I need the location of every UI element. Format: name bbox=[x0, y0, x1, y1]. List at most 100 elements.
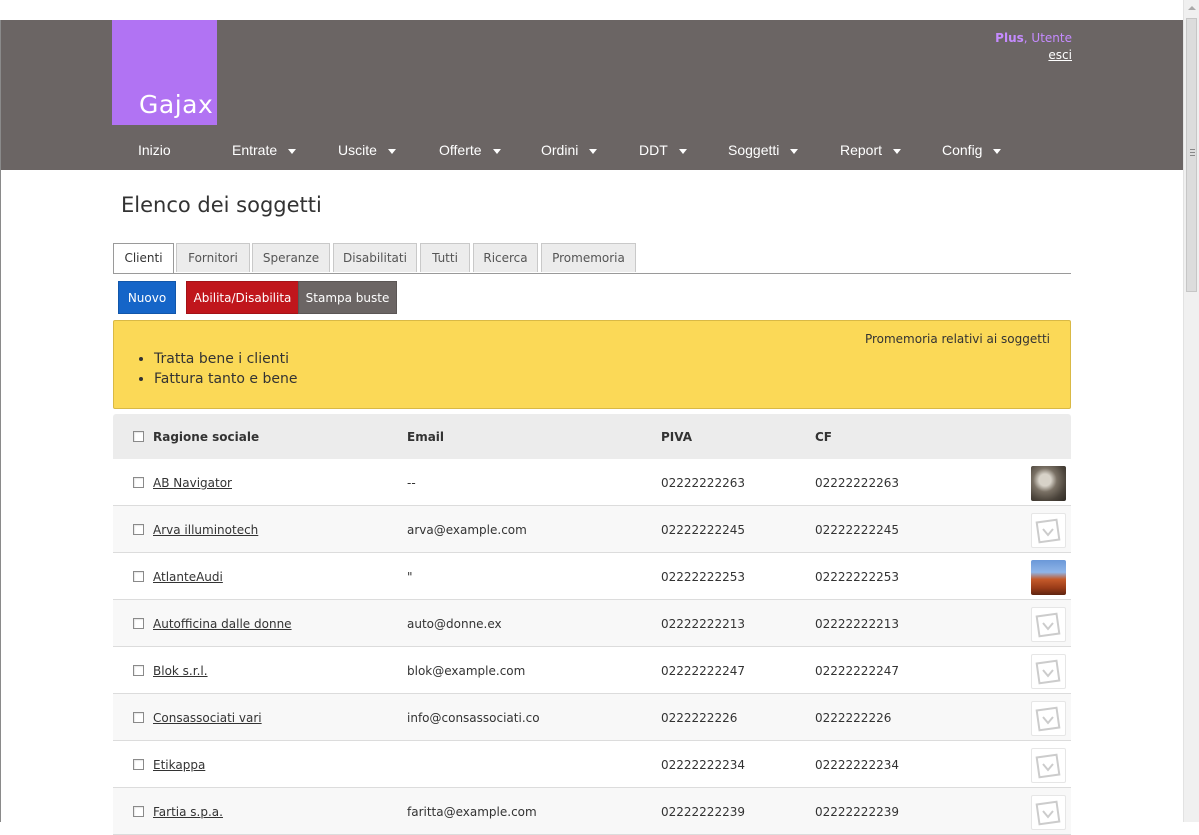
image-placeholder-icon[interactable] bbox=[1031, 701, 1066, 736]
tab-tutti[interactable]: Tutti bbox=[420, 243, 470, 272]
vertical-scrollbar[interactable] bbox=[1183, 0, 1199, 822]
tab-ricerca[interactable]: Ricerca bbox=[473, 243, 538, 272]
row-checkbox[interactable] bbox=[133, 571, 144, 582]
subject-name-link[interactable]: Consassociati vari bbox=[153, 711, 262, 725]
nav-item-label: Uscite bbox=[338, 142, 377, 158]
reminder-item: Tratta bene i clienti bbox=[154, 349, 297, 369]
scrollbar-thumb[interactable] bbox=[1186, 18, 1197, 292]
tab-clienti[interactable]: Clienti bbox=[113, 243, 174, 273]
image-placeholder-icon[interactable] bbox=[1031, 795, 1066, 830]
nav-item-offerte[interactable]: Offerte bbox=[439, 135, 501, 165]
image-placeholder-icon[interactable] bbox=[1031, 654, 1066, 689]
header: Gajax Plus, Utente esci Inizio Entrate U… bbox=[1, 20, 1183, 170]
subject-piva: 02222222239 bbox=[661, 805, 745, 819]
table-row: Consassociati vari info@consassociati.co… bbox=[113, 694, 1071, 741]
table-row: AB Navigator -- 02222222263 02222222263 bbox=[113, 459, 1071, 506]
subject-email: auto@donne.ex bbox=[407, 617, 502, 631]
subject-name-link[interactable]: Arva illuminotech bbox=[153, 523, 258, 537]
subject-piva: 02222222234 bbox=[661, 758, 745, 772]
reminder-item: Fattura tanto e bene bbox=[154, 369, 297, 389]
new-button[interactable]: Nuovo bbox=[118, 281, 176, 314]
select-all-checkbox[interactable] bbox=[133, 431, 144, 442]
tab-speranze[interactable]: Speranze bbox=[252, 243, 330, 272]
nav-item-ddt[interactable]: DDT bbox=[639, 135, 687, 165]
subject-name-link[interactable]: Etikappa bbox=[153, 758, 205, 772]
nav-item-entrate[interactable]: Entrate bbox=[232, 135, 297, 165]
nav-item-label: DDT bbox=[639, 142, 668, 158]
row-checkbox[interactable] bbox=[133, 759, 144, 770]
subject-name-link[interactable]: AB Navigator bbox=[153, 476, 232, 490]
nav-item-label: Report bbox=[840, 142, 883, 158]
koala-photo-thumbnail[interactable] bbox=[1031, 466, 1066, 501]
page-title: Elenco dei soggetti bbox=[121, 193, 322, 217]
reminder-title: Promemoria relativi ai soggetti bbox=[864, 332, 1050, 346]
caret-down-icon bbox=[288, 148, 297, 154]
nav-item-inizio[interactable]: Inizio bbox=[138, 135, 171, 165]
row-checkbox[interactable] bbox=[133, 524, 144, 535]
user-box: Plus, Utente esci bbox=[995, 31, 1072, 62]
table-row: Arva illuminotech arva@example.com 02222… bbox=[113, 506, 1071, 553]
nav-item-label: Inizio bbox=[138, 142, 171, 158]
scroll-up-arrow-icon[interactable] bbox=[1188, 6, 1196, 10]
subject-email: faritta@example.com bbox=[407, 805, 537, 819]
row-checkbox[interactable] bbox=[133, 665, 144, 676]
caret-down-icon bbox=[492, 148, 501, 154]
table-row: AtlanteAudi " 02222222253 02222222253 bbox=[113, 553, 1071, 600]
nav-item-ordini[interactable]: Ordini bbox=[541, 135, 598, 165]
main-nav: Inizio Entrate Uscite Offerte Ordini DDT… bbox=[112, 135, 1072, 165]
subject-cf: 02222222247 bbox=[815, 664, 899, 678]
tab-disabilitati[interactable]: Disabilitati bbox=[333, 243, 417, 272]
subject-piva: 02222222247 bbox=[661, 664, 745, 678]
table-row: Etikappa 02222222234 02222222234 bbox=[113, 741, 1071, 788]
table-row: Autofficina dalle donne auto@donne.ex 02… bbox=[113, 600, 1071, 647]
scrollbar-grip bbox=[1190, 149, 1195, 150]
desert-photo-thumbnail[interactable] bbox=[1031, 560, 1066, 595]
print-envelopes-button[interactable]: Stampa buste bbox=[298, 281, 397, 314]
subject-email: -- bbox=[407, 476, 416, 490]
nav-item-uscite[interactable]: Uscite bbox=[338, 135, 396, 165]
tab-promemoria[interactable]: Promemoria bbox=[541, 243, 636, 272]
table-row: Blok s.r.l. blok@example.com 02222222247… bbox=[113, 647, 1071, 694]
app-logo[interactable]: Gajax bbox=[112, 20, 217, 125]
subject-cf: 02222222239 bbox=[815, 805, 899, 819]
image-placeholder-icon[interactable] bbox=[1031, 513, 1066, 548]
subject-name-link[interactable]: Autofficina dalle donne bbox=[153, 617, 292, 631]
row-checkbox[interactable] bbox=[133, 477, 144, 488]
nav-item-label: Soggetti bbox=[728, 142, 780, 158]
subject-piva: 02222222245 bbox=[661, 523, 745, 537]
scrollbar-grip bbox=[1190, 152, 1195, 153]
nav-item-soggetti[interactable]: Soggetti bbox=[728, 135, 799, 165]
tab-fornitori[interactable]: Fornitori bbox=[176, 243, 250, 272]
caret-down-icon bbox=[993, 148, 1002, 154]
subject-cf: 02222222253 bbox=[815, 570, 899, 584]
column-header-name[interactable]: Ragione sociale bbox=[153, 430, 259, 444]
row-checkbox[interactable] bbox=[133, 806, 144, 817]
column-header-piva[interactable]: PIVA bbox=[661, 430, 692, 444]
logout-link[interactable]: esci bbox=[995, 48, 1072, 62]
caret-down-icon bbox=[589, 148, 598, 154]
column-header-email[interactable]: Email bbox=[407, 430, 444, 444]
subject-name-link[interactable]: Fartia s.p.a. bbox=[153, 805, 223, 819]
subject-name-link[interactable]: Blok s.r.l. bbox=[153, 664, 208, 678]
nav-item-report[interactable]: Report bbox=[840, 135, 902, 165]
caret-down-icon bbox=[387, 148, 396, 154]
subject-cf: 02222222263 bbox=[815, 476, 899, 490]
subject-name-link[interactable]: AtlanteAudi bbox=[153, 570, 223, 584]
image-placeholder-icon[interactable] bbox=[1031, 607, 1066, 642]
user-separator: , bbox=[1023, 31, 1028, 45]
subject-email: " bbox=[407, 570, 413, 584]
subject-cf: 0222222226 bbox=[815, 711, 892, 725]
reminder-list: Tratta bene i clienti Fattura tanto e be… bbox=[152, 349, 297, 389]
column-header-cf[interactable]: CF bbox=[815, 430, 832, 444]
subject-piva: 02222222213 bbox=[661, 617, 745, 631]
toggle-enabled-button[interactable]: Abilita/Disabilita bbox=[186, 281, 299, 314]
row-checkbox[interactable] bbox=[133, 712, 144, 723]
subject-cf: 02222222213 bbox=[815, 617, 899, 631]
subject-piva: 0222222226 bbox=[661, 711, 738, 725]
user-name: Utente bbox=[1031, 31, 1072, 45]
user-info: Plus, Utente bbox=[995, 31, 1072, 45]
nav-item-label: Entrate bbox=[232, 142, 278, 158]
image-placeholder-icon[interactable] bbox=[1031, 748, 1066, 783]
nav-item-config[interactable]: Config bbox=[942, 135, 1002, 165]
row-checkbox[interactable] bbox=[133, 618, 144, 629]
